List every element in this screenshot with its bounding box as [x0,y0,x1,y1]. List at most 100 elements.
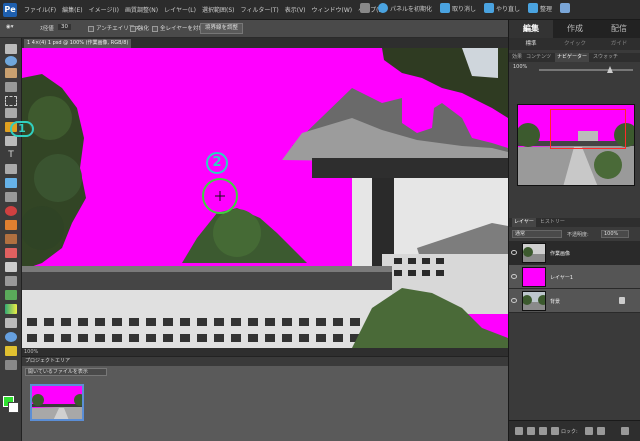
refine-edge-button[interactable]: 境界線を調整 [200,23,244,34]
menu-edit[interactable]: 編集(E) [62,5,82,14]
lasso-tool-icon[interactable] [5,108,17,118]
home-button[interactable] [560,3,571,13]
background-color-swatch[interactable] [8,402,19,413]
reset-icon [378,3,388,13]
organizer-button[interactable]: 整理 [528,3,552,13]
opacity-label: 不透明度: [567,232,589,238]
navigator-zoom-value[interactable]: 100% [513,64,527,70]
tab-share[interactable]: 配信 [597,20,640,38]
lock-label: ロック: [561,429,578,435]
delete-layer-icon[interactable] [621,427,629,435]
project-bin-header: プロジェクトエリア [22,357,508,366]
redo-label: やり直し [496,5,521,13]
paint-bucket-tool-icon[interactable] [5,290,17,300]
layer-thumb-work [523,244,545,262]
tab-history[interactable]: ヒストリー [540,218,565,227]
marquee-tool-icon[interactable] [5,96,17,106]
layer-thumbnail [522,267,546,287]
navigator-preview[interactable] [517,104,635,186]
new-layer-icon[interactable] [515,427,523,435]
mode-tabs: 編集 作成 配信 [509,20,640,38]
visibility-eye-icon[interactable] [511,250,517,255]
project-bin: プロジェクトエリア 開いているファイルを表示 [22,356,508,441]
image-canvas[interactable]: 2 [22,48,508,348]
organizer-label: 整理 [540,5,553,13]
brush-size-input[interactable]: 30 [58,24,71,30]
menu-filter[interactable]: フィルター(T) [241,5,279,14]
tab-effects[interactable]: 効果 [512,53,522,62]
mask-icon[interactable] [551,427,559,435]
tool-preset-icon[interactable]: ◉▾ [6,24,14,30]
new-group-icon[interactable] [527,427,535,435]
tab-navigator[interactable]: ナビゲーター [555,53,590,62]
shape-tool-icon[interactable] [5,318,17,328]
zoom-slider-knob[interactable] [607,66,613,73]
straighten-tool-icon[interactable] [5,192,17,202]
redo-button[interactable]: やり直し [484,3,520,13]
panel-reset-button[interactable]: パネルを初期化 [378,3,432,13]
antialias-check-icon [88,25,94,32]
gradient-tool-icon[interactable] [5,304,17,314]
lock-transparency-icon[interactable] [585,427,593,435]
project-bin-filter-select[interactable]: 開いているファイルを表示 [25,368,107,376]
menu-window[interactable]: ウィンドウ(W) [312,5,353,14]
menu-layer[interactable]: レイヤー(L) [164,5,196,14]
navigator-view-frame[interactable] [550,109,626,149]
undo-button[interactable]: 取り消し [440,3,476,13]
cookie-cutter-tool-icon[interactable] [5,178,17,188]
thumbnail-image [32,386,82,419]
blur-tool-icon[interactable] [5,332,17,342]
auto-enhance-checkbox[interactable]: 強化 [130,24,149,32]
layer-row-background[interactable]: 背景 [509,289,640,313]
tab-edit[interactable]: 編集 [509,20,553,38]
edit-sub-tabs: 標準 クイック ガイド [509,38,640,50]
tab-swatches[interactable]: スウォッチ [593,53,618,62]
menu-items: ファイル(F) 編集(E) イメージ(I) 画質調整(N) レイヤー(L) 選択… [24,5,385,14]
document-tab[interactable]: 1 4×(4) 1 psd @ 100% (作業画像, RGB/8) [24,39,132,48]
layer-row-layer1[interactable]: レイヤー1 [509,265,640,289]
blend-mode-select[interactable]: 通常 [512,230,562,238]
home-icon [560,3,571,13]
subtab-quick[interactable]: クイック [553,38,597,50]
sample-all-layers-checkbox[interactable]: 全レイヤーを対象 [152,24,204,32]
menu-file[interactable]: ファイル(F) [24,5,56,14]
subtab-full[interactable]: 標準 [509,38,553,50]
tab-layers[interactable]: レイヤー [512,218,536,227]
adjustment-layer-icon[interactable] [539,427,547,435]
undo-icon [440,3,451,13]
tab-create[interactable]: 作成 [553,20,597,38]
type-tool-icon[interactable]: T [5,150,17,160]
project-bin-thumbnail[interactable] [30,384,84,421]
healing-brush-tool-icon[interactable] [5,220,17,230]
crop-tool-icon[interactable] [5,164,17,174]
brush-tool-icon[interactable] [5,262,17,272]
navigator-zoom-slider[interactable] [539,66,633,73]
magic-wand-tool-icon[interactable] [5,136,17,146]
tab-content[interactable]: コンテンツ [526,53,551,62]
opacity-input[interactable]: 100% [601,230,629,238]
menu-enhance[interactable]: 画質調整(N) [125,5,158,14]
workspace-dropdown[interactable] [360,3,370,13]
move-tool-icon[interactable] [5,44,17,54]
red-eye-tool-icon[interactable] [5,206,17,216]
canvas-artwork [22,48,508,348]
visibility-eye-icon[interactable] [511,298,517,303]
zoom-tool-icon[interactable] [5,56,17,66]
lock-all-icon[interactable] [597,427,605,435]
tool-options-bar: ◉▾ ｽ径値 30 アンチエイリアス 強化 全レイヤーを対象 境界線を調整 [0,20,508,38]
visibility-eye-icon[interactable] [511,274,517,279]
subtab-guided[interactable]: ガイド [597,38,640,50]
menu-view[interactable]: 表示(V) [285,5,306,14]
layer-row-work[interactable]: 作業画像 [509,241,640,265]
eraser-tool-icon[interactable] [5,248,17,258]
sponge-tool-icon[interactable] [5,346,17,356]
hand-tool-icon[interactable] [5,68,17,78]
menu-image[interactable]: イメージ(I) [89,5,119,14]
eyedropper-tool-icon[interactable] [5,82,17,92]
menu-select[interactable]: 選択範囲(S) [202,5,235,14]
auto-enhance-label: 強化 [138,26,150,32]
clone-stamp-tool-icon[interactable] [5,234,17,244]
panel-tabs-top: 効果 コンテンツ ナビゲーター スウォッチ [509,53,640,62]
smart-brush-tool-icon[interactable] [5,276,17,286]
pencil-tool-icon[interactable] [5,360,17,370]
